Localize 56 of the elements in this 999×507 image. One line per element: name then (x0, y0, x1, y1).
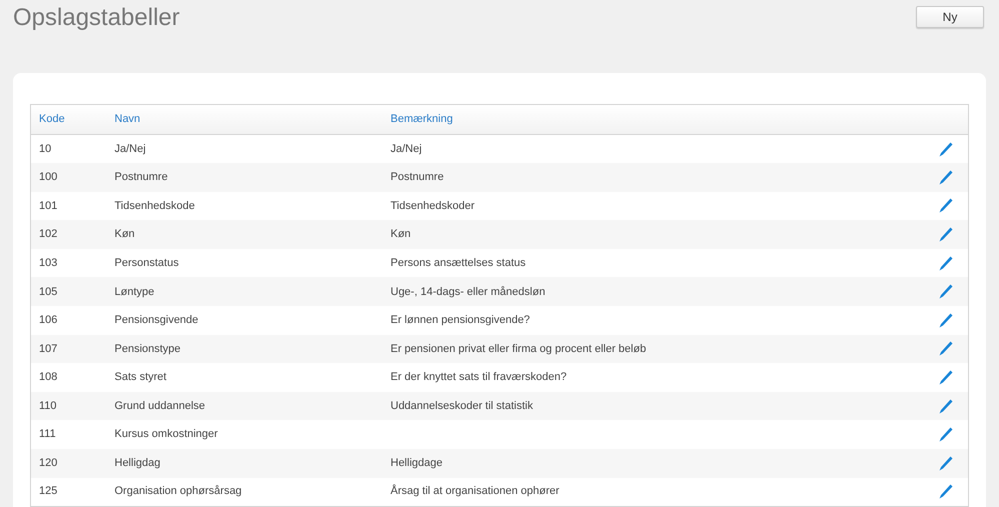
table-cell: Er pensionen privat eller firma og procent eller beløb (382, 334, 928, 364)
table-cell: Er lønnen pensionsgivende? (382, 306, 928, 335)
table-cell: Grund uddannelse (106, 392, 382, 420)
pencil-icon[interactable] (938, 427, 952, 442)
pencil-icon[interactable] (938, 312, 952, 328)
table-cell: 108 (30, 363, 106, 392)
table-cell: Køn (382, 220, 928, 249)
table-cell: Årsag til at organisationen ophører (382, 478, 928, 506)
table-cell: 105 (30, 277, 106, 306)
pencil-icon[interactable] (938, 398, 952, 414)
table-cell: Persons ansættelses status (382, 248, 928, 278)
table-cell: Postnumre (106, 163, 382, 192)
table-cell: 103 (30, 248, 106, 278)
table-cell: Løntype (106, 277, 382, 306)
table-cell: 102 (30, 220, 106, 249)
table-cell: Tidsenhedskoder (382, 192, 928, 220)
pencil-icon[interactable] (938, 341, 952, 356)
table-cell: Pensionstype (106, 334, 382, 364)
table-cell: 120 (30, 449, 106, 478)
table-cell: Organisation ophørsårsag (106, 478, 382, 506)
page-title: Opslagstabeller (13, 3, 180, 33)
table-cell: 100 (30, 163, 106, 192)
pencil-icon[interactable] (938, 256, 952, 271)
table-cell: 111 (30, 420, 106, 450)
table-cell: Ja/Nej (382, 134, 928, 164)
table-cell: 107 (30, 334, 106, 364)
column-header[interactable]: Kode (30, 104, 106, 134)
pencil-icon[interactable] (938, 142, 952, 157)
table-cell: Personstatus (106, 248, 382, 278)
table-cell: 101 (30, 192, 106, 220)
table-cell: Kursus omkostninger (106, 420, 382, 450)
pencil-icon[interactable] (938, 284, 952, 300)
pencil-icon[interactable] (938, 170, 952, 185)
pencil-icon[interactable] (938, 370, 952, 386)
table-cell: Sats styret (106, 363, 382, 392)
table-cell: Tidsenhedskode (106, 192, 382, 220)
table-cell: Pensionsgivende (106, 306, 382, 335)
column-header[interactable]: Bemærkning (382, 104, 928, 134)
table-cell: Uge-, 14-dags- eller månedsløn (382, 277, 928, 306)
table-cell: 106 (30, 306, 106, 335)
table-cell: Er der knyttet sats til fraværskoden? (382, 363, 928, 392)
table-cell: Uddannelseskoder til statistik (382, 392, 928, 420)
pencil-icon[interactable] (938, 456, 952, 471)
table-cell: 110 (30, 392, 106, 420)
table-cell: 10 (30, 134, 106, 164)
pencil-icon[interactable] (938, 484, 952, 500)
table-cell: Helligdage (382, 449, 928, 478)
table-cell: Postnumre (382, 163, 928, 192)
table-cell: Ja/Nej (106, 134, 382, 164)
pencil-icon[interactable] (938, 198, 952, 214)
table-cell: 125 (30, 478, 106, 506)
new-button[interactable]: Ny (916, 6, 984, 28)
table-cell: Helligdag (106, 449, 382, 478)
pencil-icon[interactable] (938, 227, 952, 242)
column-header[interactable]: Navn (106, 104, 382, 134)
table-cell: Køn (106, 220, 382, 249)
